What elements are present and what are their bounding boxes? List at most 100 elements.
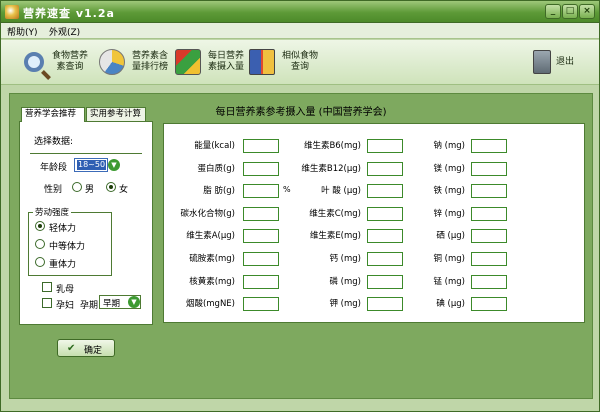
pregnancy-dropdown-icon[interactable]: ▼ [128,296,140,308]
nutrient-value-field[interactable] [471,162,507,176]
nutrient-value-field[interactable] [243,139,279,153]
intake-panel [163,123,585,323]
nutrient-value-field[interactable] [367,297,403,311]
cubes-icon [175,49,201,75]
nutrient-label: 能量(kcal) [194,141,235,151]
similar-foods-label: 相似食物查询 [281,51,318,72]
nutrient-value-field[interactable] [367,139,403,153]
nutrient-label: 钾 (mg) [329,299,361,309]
intake-panel-title: 每日营养素参考摄入量 (中国营养学会) [215,107,387,118]
nutrient-value-field[interactable] [471,252,507,266]
labor-intensity-group: 劳动强度 轻体力 中等体力 重体力 [28,206,112,276]
nutrient-value-field[interactable] [471,229,507,243]
age-combo[interactable]: 18~50 [74,158,108,172]
sex-label: 性别 [44,185,63,195]
nutrient-label: 维生素A(μg) [186,231,235,241]
nutrient-value-field[interactable] [243,184,279,198]
nutrient-label: 硒 (μg) [436,231,465,241]
pregnant-label: 孕妇 [56,301,75,311]
food-nutrition-search-label: 食物营养素查询 [51,51,88,72]
nutrient-value-field[interactable] [243,275,279,289]
fat-unit: % [283,185,291,194]
female-radio[interactable] [106,182,116,192]
nutrient-label: 镁 (mg) [433,164,465,174]
nutrient-label: 钙 (mg) [329,254,361,264]
nutrient-value-field[interactable] [367,252,403,266]
nutrient-label: 钠 (mg) [433,141,465,151]
female-label: 女 [119,185,129,195]
nutrient-label: 铁 (mg) [433,186,465,196]
nutrient-label: 铜 (mg) [433,254,465,264]
close-button[interactable]: × [579,4,595,19]
labor-intensity-title: 劳动强度 [33,206,72,218]
nutrient-value-field[interactable] [471,275,507,289]
light-labor-label: 轻体力 [49,224,77,234]
daily-intake-button[interactable]: 每日营养素摄入量 [175,44,248,80]
menu-help[interactable]: 帮助(Y) [7,25,38,38]
menu-bar: 帮助(Y) 外观(Z) [1,23,599,39]
nutrient-label: 锌 (mg) [433,209,465,219]
divider [30,153,142,154]
nutrient-value-field[interactable] [367,162,403,176]
nutrient-value-field[interactable] [367,229,403,243]
medium-labor-label: 中等体力 [49,242,86,252]
pregnancy-stage-label: 孕期 [80,301,99,311]
nutrient-label: 碳水化合物(g) [180,209,235,219]
nutrient-value-field[interactable] [243,252,279,266]
nutrient-label: 脂 肪(g) [203,186,235,196]
book-icon [249,49,275,75]
nutrient-label: 硫胺素(mg) [189,254,235,264]
nutrient-value-field[interactable] [471,139,507,153]
ok-label: 确定 [84,346,103,356]
nutrient-value-field[interactable] [367,207,403,221]
nutrient-label: 维生素B12(μg) [301,164,361,174]
ok-button[interactable]: ✔ 确定 [57,339,115,357]
age-dropdown-icon[interactable]: ▼ [108,159,120,171]
app-window: 营养速查 v1.2a _ □ × 帮助(Y) 外观(Z) 食物营养素查询 营养素… [0,0,600,412]
tab-recommend[interactable]: 营养学会推荐 [21,107,85,122]
light-labor-radio[interactable] [35,221,45,231]
nutrient-label: 维生素C(mg) [309,209,361,219]
nutrient-label: 磷 (mg) [329,277,361,287]
pregnant-checkbox[interactable] [42,298,52,308]
similar-foods-button[interactable]: 相似食物查询 [249,44,322,80]
nutrient-value-field[interactable] [471,184,507,198]
nutrient-value-field[interactable] [471,207,507,221]
exit-button[interactable]: 退出 [529,44,576,80]
nutrient-value-field[interactable] [367,184,403,198]
checkmark-icon: ✔ [67,343,76,354]
pie-chart-icon [99,49,125,75]
food-nutrition-search-button[interactable]: 食物营养素查询 [23,44,92,80]
nutrient-ranking-label: 营养素含量排行榜 [131,51,168,72]
lactating-checkbox[interactable] [42,282,52,292]
nutrient-ranking-button[interactable]: 营养素含量排行榜 [99,44,172,80]
daily-intake-label: 每日营养素摄入量 [207,51,244,72]
minimize-button[interactable]: _ [545,4,561,19]
menu-view[interactable]: 外观(Z) [49,25,80,38]
nutrient-value-field[interactable] [243,297,279,311]
nutrient-label: 烟酸(mgNE) [185,299,235,309]
male-label: 男 [85,185,95,195]
maximize-button[interactable]: □ [562,4,578,19]
select-data-label: 选择数据: [34,137,74,147]
male-radio[interactable] [72,182,82,192]
age-value: 18~50 [77,160,107,170]
nutrient-label: 叶 酸 (μg) [321,186,361,196]
heavy-labor-label: 重体力 [49,260,77,270]
medium-labor-radio[interactable] [35,239,45,249]
nutrient-label: 维生素B6(mg) [303,141,361,151]
nutrient-value-field[interactable] [243,162,279,176]
nutrient-value-field[interactable] [367,275,403,289]
pregnancy-stage-combo[interactable]: 早期 ▼ [99,295,141,309]
nutrient-value-field[interactable] [243,229,279,243]
nutrient-label: 碘 (μg) [436,299,465,309]
nutrient-label: 蛋白质(g) [197,164,235,174]
toolbar: 食物营养素查询 营养素含量排行榜 每日营养素摄入量 相似食物查询 退出 [1,40,599,85]
age-label: 年龄段 [40,163,68,173]
title-bar[interactable]: 营养速查 v1.2a _ □ × [1,1,599,23]
heavy-labor-radio[interactable] [35,257,45,267]
nutrient-label: 维生素E(mg) [309,231,361,241]
nutrient-value-field[interactable] [471,297,507,311]
exit-door-icon [533,50,551,74]
nutrient-value-field[interactable] [243,207,279,221]
